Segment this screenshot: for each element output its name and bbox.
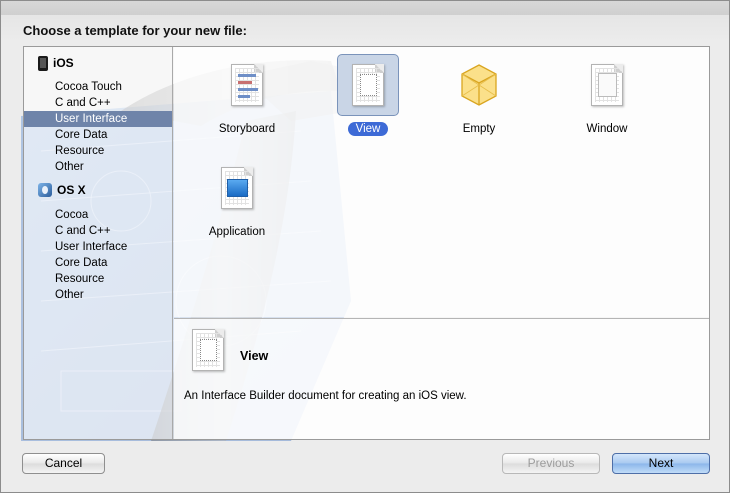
- next-button[interactable]: Next: [612, 453, 710, 474]
- sidebar-item-osx-user-interface[interactable]: User Interface: [24, 239, 172, 255]
- osx-icon: [38, 183, 52, 197]
- sidebar-item-ios-core-data[interactable]: Core Data: [24, 127, 172, 143]
- template-application[interactable]: Application: [197, 157, 277, 239]
- template-label: Storyboard: [218, 123, 276, 135]
- view-icon: [192, 329, 224, 371]
- sidebar-group-label: OS X: [57, 183, 86, 197]
- sidebar-group-osx[interactable]: OS X: [38, 181, 86, 199]
- sidebar-item-ios-other[interactable]: Other: [24, 159, 172, 175]
- template-description-pane: View An Interface Builder document for c…: [174, 318, 709, 439]
- storyboard-icon: [231, 64, 263, 106]
- new-file-dialog: Choose a template for your new file: iOS…: [0, 0, 730, 493]
- template-storyboard[interactable]: Storyboard: [207, 54, 287, 136]
- template-grid: Storyboard View Empty Window Application: [174, 47, 709, 317]
- previous-button[interactable]: Previous: [502, 453, 600, 474]
- window-icon: [591, 64, 623, 106]
- window-titlebar: [1, 1, 729, 15]
- application-icon: [221, 167, 253, 209]
- sidebar-item-osx-c-and-cpp[interactable]: C and C++: [24, 223, 172, 239]
- sidebar-item-ios-cocoa-touch[interactable]: Cocoa Touch: [24, 79, 172, 95]
- sidebar-item-ios-user-interface[interactable]: User Interface: [24, 111, 172, 127]
- cancel-button[interactable]: Cancel: [22, 453, 105, 474]
- sidebar-item-osx-resource[interactable]: Resource: [24, 271, 172, 287]
- sidebar-group-label: iOS: [53, 56, 74, 70]
- empty-cube-icon: [461, 64, 497, 106]
- sidebar-item-osx-other[interactable]: Other: [24, 287, 172, 303]
- sidebar-item-ios-resource[interactable]: Resource: [24, 143, 172, 159]
- template-chooser-panel: iOS Cocoa Touch C and C++ User Interface…: [23, 46, 710, 440]
- template-view[interactable]: View: [328, 54, 408, 136]
- template-detail-title: View: [240, 349, 269, 363]
- platform-sidebar: iOS Cocoa Touch C and C++ User Interface…: [24, 47, 173, 439]
- sidebar-item-osx-core-data[interactable]: Core Data: [24, 255, 172, 271]
- template-detail-description: An Interface Builder document for creati…: [184, 390, 467, 402]
- template-empty[interactable]: Empty: [439, 54, 519, 136]
- template-label: Empty: [462, 123, 496, 135]
- sidebar-group-ios[interactable]: iOS: [38, 54, 74, 72]
- view-icon: [352, 64, 384, 106]
- template-window[interactable]: Window: [567, 54, 647, 136]
- iphone-icon: [38, 55, 48, 71]
- template-label: Application: [208, 226, 266, 238]
- template-label: View: [347, 122, 389, 136]
- sidebar-item-osx-cocoa[interactable]: Cocoa: [24, 207, 172, 223]
- dialog-heading: Choose a template for your new file:: [23, 23, 247, 38]
- template-label: Window: [586, 123, 628, 135]
- sidebar-item-ios-c-and-cpp[interactable]: C and C++: [24, 95, 172, 111]
